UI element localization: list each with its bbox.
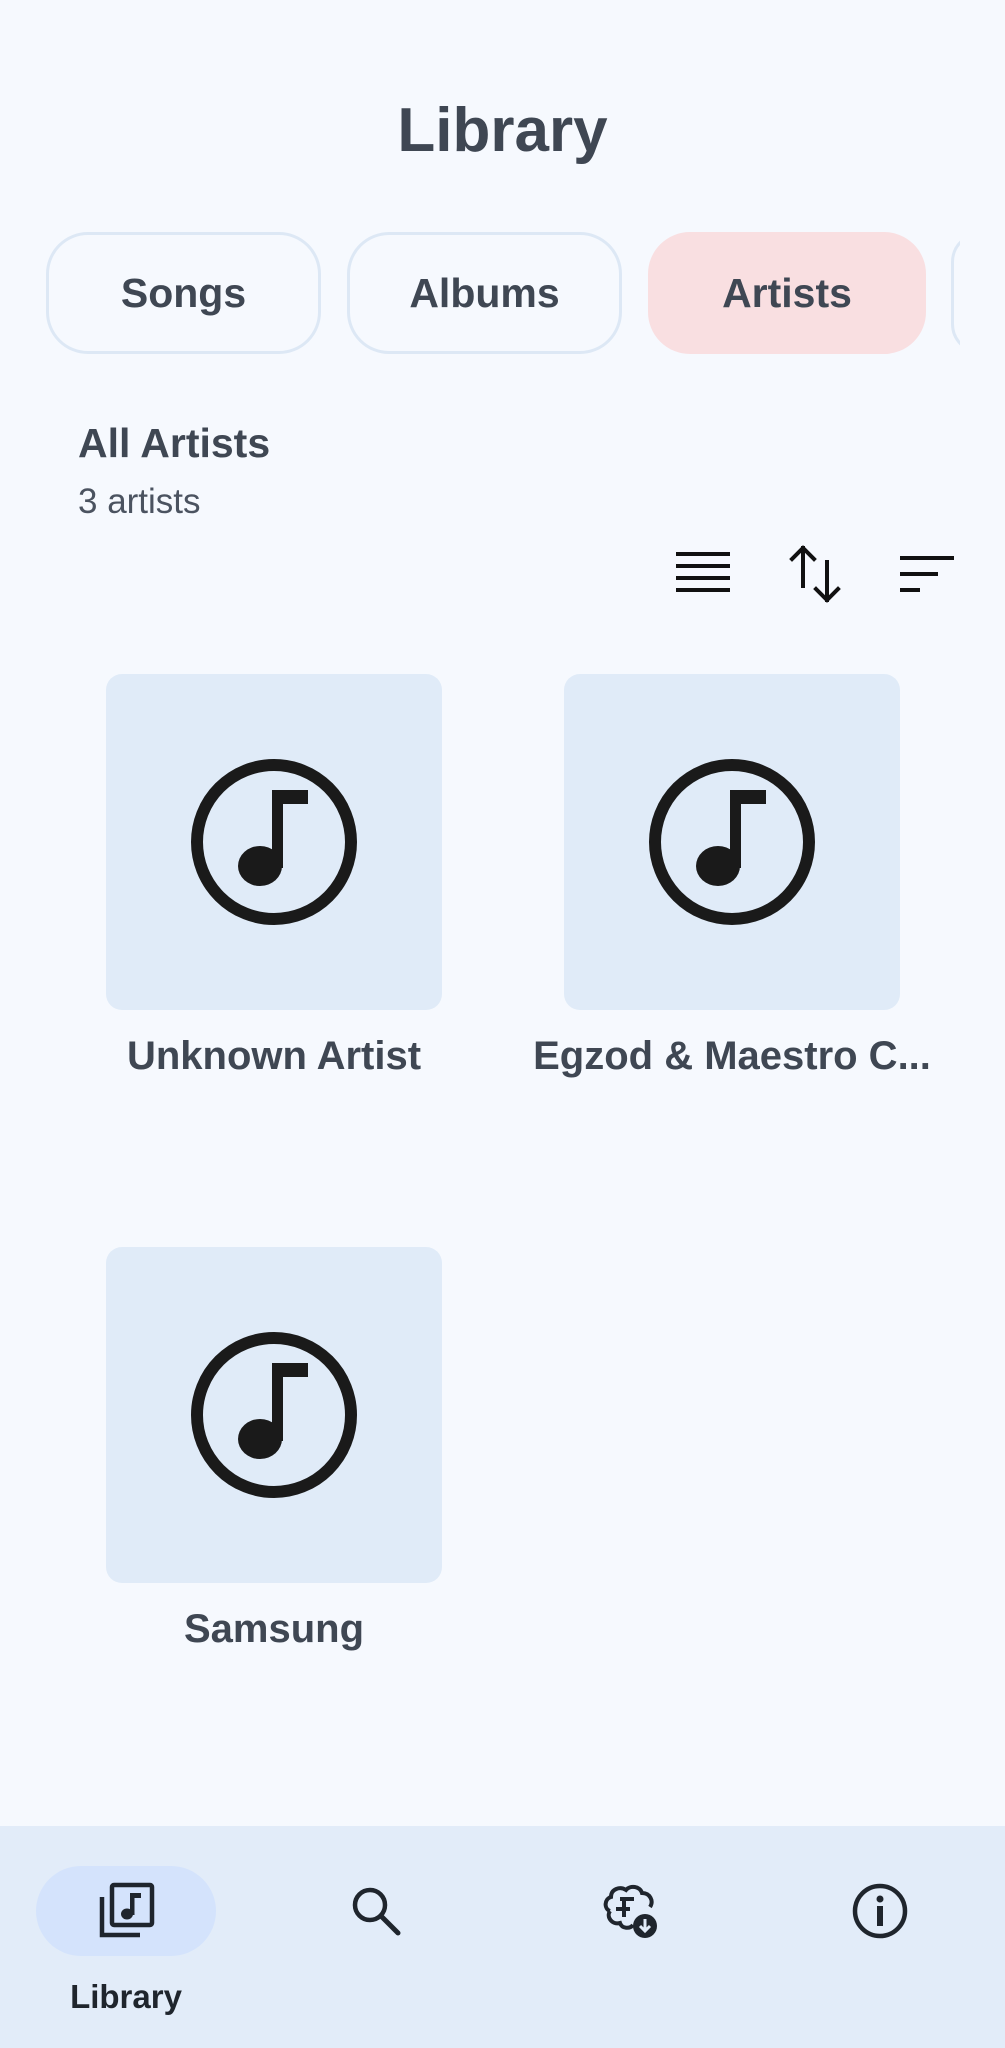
view-toolbar (673, 540, 957, 608)
library-music-icon (99, 1882, 155, 1938)
tab-songs[interactable]: Songs (46, 232, 321, 354)
tab-next-partial[interactable] (951, 232, 960, 354)
bottom-navigation: Library (0, 1826, 1005, 2048)
tab-albums[interactable]: Albums (347, 232, 622, 354)
page-title: Library (397, 96, 608, 165)
tab-artists[interactable]: Artists (648, 232, 926, 354)
music-note-icon (649, 759, 815, 925)
sort-order-icon[interactable] (785, 540, 845, 608)
artist-card[interactable]: Samsung (106, 1247, 442, 1652)
filter-sort-icon[interactable] (897, 540, 957, 608)
nav-search[interactable] (286, 1866, 466, 1956)
nav-ai-download-pill[interactable] (540, 1866, 720, 1956)
library-tabs: Songs Albums Artists (0, 230, 960, 360)
ai-download-icon (603, 1884, 657, 1938)
info-icon (852, 1883, 908, 1939)
artist-name: Egzod & Maestro C... (533, 1034, 931, 1078)
artist-name: Unknown Artist (126, 1034, 422, 1078)
nav-ai-download[interactable] (540, 1866, 720, 1956)
artist-card[interactable]: Egzod & Maestro C... (533, 674, 931, 1079)
nav-library[interactable]: Library (36, 1866, 216, 2016)
artist-artwork (564, 674, 900, 1010)
nav-library-pill[interactable] (36, 1866, 216, 1956)
artist-count: 3 artists (78, 482, 201, 521)
nav-info[interactable] (790, 1866, 970, 1956)
list-view-icon[interactable] (673, 540, 733, 608)
search-icon (352, 1887, 401, 1936)
music-note-icon (191, 759, 357, 925)
section-title: All Artists (78, 420, 271, 466)
nav-search-pill[interactable] (286, 1866, 466, 1956)
artist-card[interactable]: Unknown Artist (106, 674, 442, 1079)
app-root: Library Songs Albums Artists All Artists… (0, 0, 1005, 2048)
artist-artwork (106, 674, 442, 1010)
music-note-icon (191, 1332, 357, 1498)
artist-artwork (106, 1247, 442, 1583)
nav-info-pill[interactable] (790, 1866, 970, 1956)
artist-name: Samsung (183, 1607, 365, 1651)
nav-library-label: Library (70, 1978, 182, 2015)
